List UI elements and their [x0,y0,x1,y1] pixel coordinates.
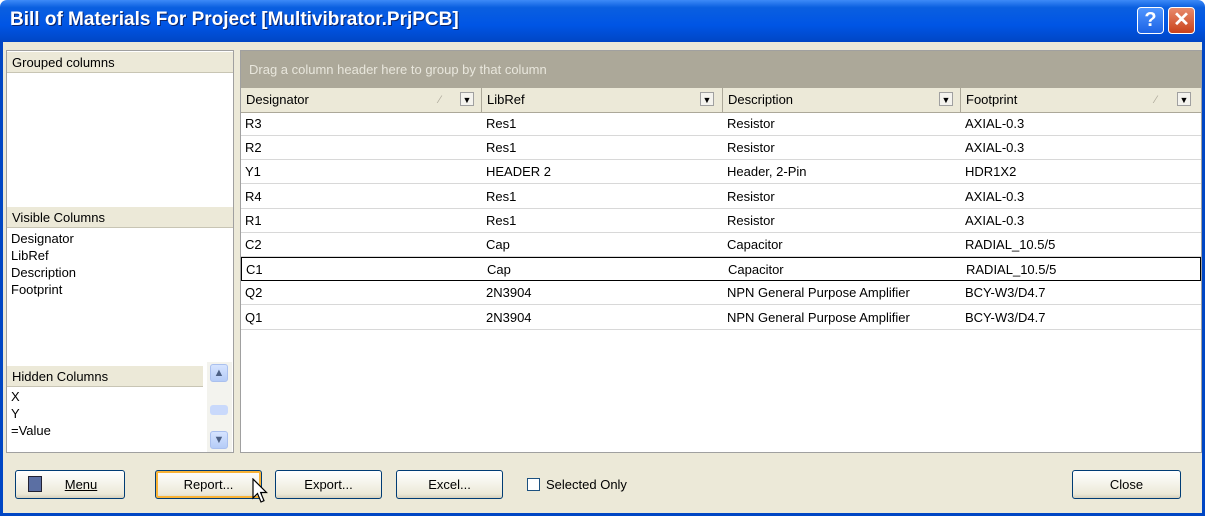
hidden-column-item[interactable]: X [11,388,51,405]
table-cell[interactable]: R4 [241,185,262,208]
title-bar: Bill of Materials For Project [Multivibr… [0,0,1205,42]
window-title: Bill of Materials For Project [Multivibr… [10,9,459,30]
close-icon[interactable]: ✕ [1168,7,1195,34]
table-cell[interactable]: Capacitor [723,233,783,256]
group-by-area[interactable]: Drag a column header here to group by th… [241,51,1201,88]
table-cell[interactable]: Resistor [723,185,775,208]
table-row[interactable]: R4 Res1 Resistor AXIAL-0.3 [241,185,1201,209]
column-panel: Grouped columns Visible Columns Designat… [6,50,234,453]
table-cell[interactable]: C2 [241,233,262,256]
table-cell[interactable]: C1 [242,258,263,281]
hidden-columns-scrollbar[interactable]: ▲ ▼ [207,362,232,452]
sort-icon: ⁄ [439,94,441,106]
table-row[interactable]: R3 Res1 Resistor AXIAL-0.3 [241,112,1201,136]
table-cell[interactable]: Resistor [723,209,775,232]
hidden-columns-list: X Y =Value [11,388,51,439]
column-header-label: Footprint [966,92,1018,107]
filter-dropdown-icon[interactable]: ▼ [460,92,474,106]
visible-columns-header: Visible Columns [7,206,233,228]
scroll-thumb[interactable] [210,405,228,415]
report-button[interactable]: Report... [155,470,262,499]
column-header-label: Designator [246,92,309,107]
visible-column-item[interactable]: LibRef [11,247,76,264]
table-cell[interactable]: Res1 [482,185,516,208]
table-cell[interactable]: Q2 [241,281,262,304]
table-cell[interactable]: AXIAL-0.3 [961,185,1024,208]
table-cell[interactable]: BCY-W3/D4.7 [961,281,1045,304]
table-cell[interactable]: Res1 [482,209,516,232]
column-header-designator[interactable]: Designator ⁄ ▼ [241,88,482,112]
table-cell[interactable]: BCY-W3/D4.7 [961,306,1045,329]
selected-only-checkbox[interactable] [527,478,540,491]
table-row[interactable]: R2 Res1 Resistor AXIAL-0.3 [241,136,1201,161]
table-cell[interactable]: R3 [241,112,262,135]
scroll-down-icon[interactable]: ▼ [210,431,228,449]
hidden-column-item[interactable]: =Value [11,422,51,439]
menu-button-label: Menu [64,477,98,492]
sort-icon: ⁄ [1155,94,1157,106]
table-row[interactable]: C2 Cap Capacitor RADIAL_10.5/5 [241,233,1201,257]
filter-dropdown-icon[interactable]: ▼ [1177,92,1191,106]
table-cell[interactable]: RADIAL_10.5/5 [961,233,1055,256]
excel-button[interactable]: Excel... [396,470,503,499]
table-cell[interactable]: Y1 [241,160,261,183]
visible-column-item[interactable]: Footprint [11,281,76,298]
bom-dialog: Bill of Materials For Project [Multivibr… [0,0,1205,516]
export-button[interactable]: Export... [275,470,382,499]
selected-only-label: Selected Only [546,477,627,492]
filter-dropdown-icon[interactable]: ▼ [700,92,714,106]
table-cell[interactable]: Res1 [482,136,516,159]
table-cell[interactable]: HDR1X2 [961,160,1016,183]
table-cell[interactable]: Resistor [723,136,775,159]
bom-grid: Drag a column header here to group by th… [240,50,1202,453]
column-header-label: Description [728,92,794,107]
visible-columns-list: Designator LibRef Description Footprint [11,230,76,298]
table-row[interactable]: R1 Res1 Resistor AXIAL-0.3 [241,209,1201,233]
table-cell[interactable]: NPN General Purpose Amplifier [723,281,910,304]
table-cell[interactable]: Resistor [723,112,775,135]
column-header-label: LibRef [487,92,525,107]
table-cell[interactable]: AXIAL-0.3 [961,112,1024,135]
table-row[interactable]: C1 Cap Capacitor RADIAL_10.5/5 [241,257,1201,282]
visible-column-item[interactable]: Description [11,264,76,281]
hidden-column-item[interactable]: Y [11,405,51,422]
table-cell[interactable]: Res1 [482,112,516,135]
table-cell[interactable]: Capacitor [724,258,784,281]
table-cell[interactable]: NPN General Purpose Amplifier [723,306,910,329]
table-row[interactable]: Q2 2N3904 NPN General Purpose Amplifier BCY… [241,281,1201,306]
table-cell[interactable]: HEADER 2 [482,160,551,183]
table-cell[interactable]: AXIAL-0.3 [961,209,1024,232]
column-header-row: Designator ⁄ ▼ LibRef ▼ Description ▼ Fo… [241,88,1201,113]
table-row[interactable]: Q1 2N3904 NPN General Purpose Amplifier BCY… [241,306,1201,330]
menu-button[interactable]: Menu [15,470,125,499]
table-cell[interactable]: RADIAL_10.5/5 [962,258,1056,281]
visible-column-item[interactable]: Designator [11,230,76,247]
column-header-footprint[interactable]: Footprint ⁄ ▼ [961,88,1201,112]
column-header-libref[interactable]: LibRef ▼ [482,88,723,112]
mouse-cursor-icon [252,478,268,503]
table-cell[interactable]: 2N3904 [482,306,532,329]
scroll-up-icon[interactable]: ▲ [210,364,228,382]
column-header-description[interactable]: Description ▼ [723,88,961,112]
table-cell[interactable]: R2 [241,136,262,159]
table-cell[interactable]: Header, 2-Pin [723,160,807,183]
filter-dropdown-icon[interactable]: ▼ [939,92,953,106]
menu-icon [28,476,42,492]
grouped-columns-header: Grouped columns [7,51,233,73]
table-cell[interactable]: AXIAL-0.3 [961,136,1024,159]
table-cell[interactable]: R1 [241,209,262,232]
table-cell[interactable]: 2N3904 [482,281,532,304]
table-cell[interactable]: Cap [483,258,511,281]
close-button[interactable]: Close [1072,470,1181,499]
help-icon[interactable]: ? [1137,7,1164,34]
table-cell[interactable]: Q1 [241,306,262,329]
table-cell[interactable]: Cap [482,233,510,256]
table-row[interactable]: Y1 HEADER 2 Header, 2-Pin HDR1X2 [241,160,1201,185]
hidden-columns-header: Hidden Columns [7,365,203,387]
